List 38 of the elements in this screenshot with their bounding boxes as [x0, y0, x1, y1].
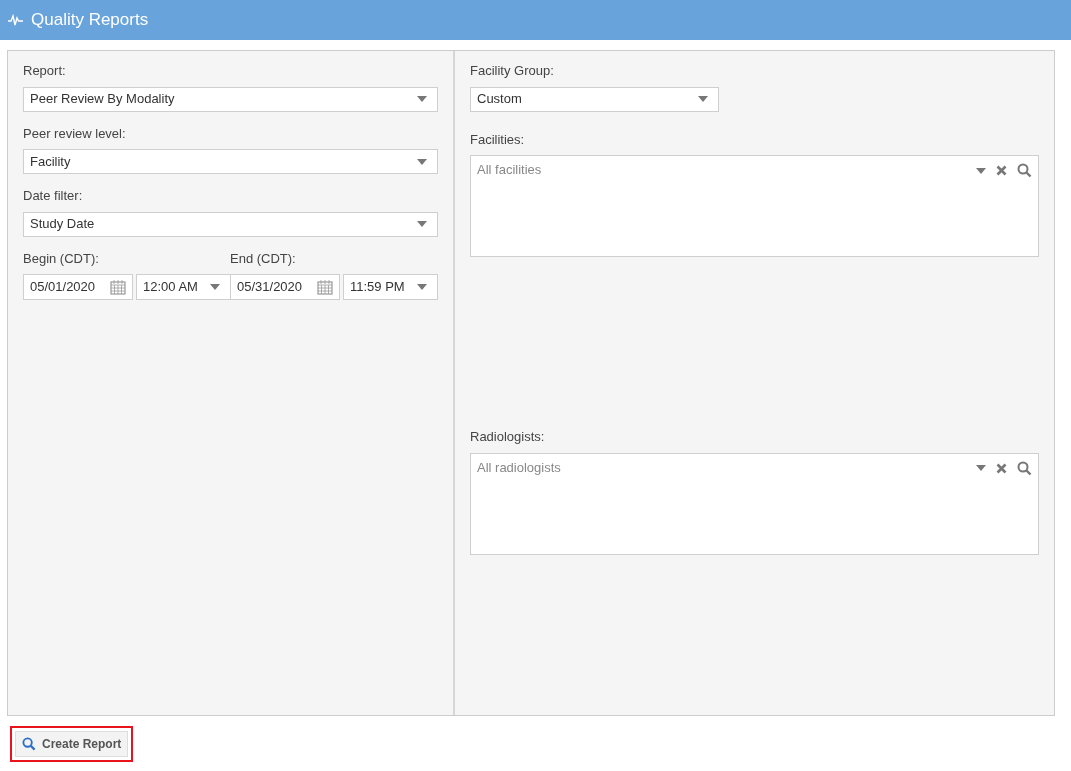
date-field[interactable]: 05/31/2020	[230, 274, 340, 300]
caret-icon	[417, 221, 427, 227]
page-title: Quality Reports	[31, 9, 149, 32]
search-icon[interactable]	[1017, 460, 1032, 476]
field-label: Report:	[23, 62, 67, 80]
caret-icon	[210, 284, 220, 290]
search-icon[interactable]	[1017, 163, 1032, 178]
clear-icon[interactable]	[996, 462, 1007, 474]
time-select[interactable]: 11:59 PM	[343, 274, 438, 300]
field-label: End (CDT):	[230, 249, 297, 268]
caret-icon	[976, 465, 986, 471]
caret-icon	[417, 284, 427, 290]
caret-icon	[417, 158, 427, 165]
search-icon	[22, 737, 36, 751]
clear-icon[interactable]	[996, 165, 1007, 176]
caret-icon	[417, 96, 427, 102]
time-select[interactable]: 12:00 AM	[136, 274, 231, 300]
field-label: Date filter:	[23, 187, 84, 205]
field-label: Facilities:	[470, 130, 526, 149]
radiologists-picker[interactable]: All radiologists	[470, 452, 1039, 555]
facilities-picker[interactable]: All facilities	[470, 155, 1039, 257]
field-label: Peer review level:	[23, 124, 127, 143]
level-select[interactable]: Facility	[23, 149, 438, 174]
caret-icon	[698, 96, 708, 102]
create-report-button[interactable]: Create Report	[15, 731, 129, 757]
report-select[interactable]: Peer Review By Modality	[23, 86, 438, 112]
calendar-icon	[110, 279, 126, 295]
search-field[interactable]: All radiologists	[477, 457, 976, 477]
date-field[interactable]: 05/01/2020	[23, 274, 133, 300]
field-label: Facility Group:	[470, 62, 555, 80]
caret-icon	[976, 167, 986, 174]
facility-group-select[interactable]: Custom	[470, 86, 719, 112]
field-label: Begin (CDT):	[23, 249, 100, 268]
date-filter-select[interactable]: Study Date	[23, 211, 438, 237]
calendar-icon	[317, 279, 333, 295]
pulse-icon	[8, 14, 23, 26]
search-field[interactable]: All facilities	[477, 160, 976, 180]
field-label: Radiologists:	[470, 428, 546, 446]
